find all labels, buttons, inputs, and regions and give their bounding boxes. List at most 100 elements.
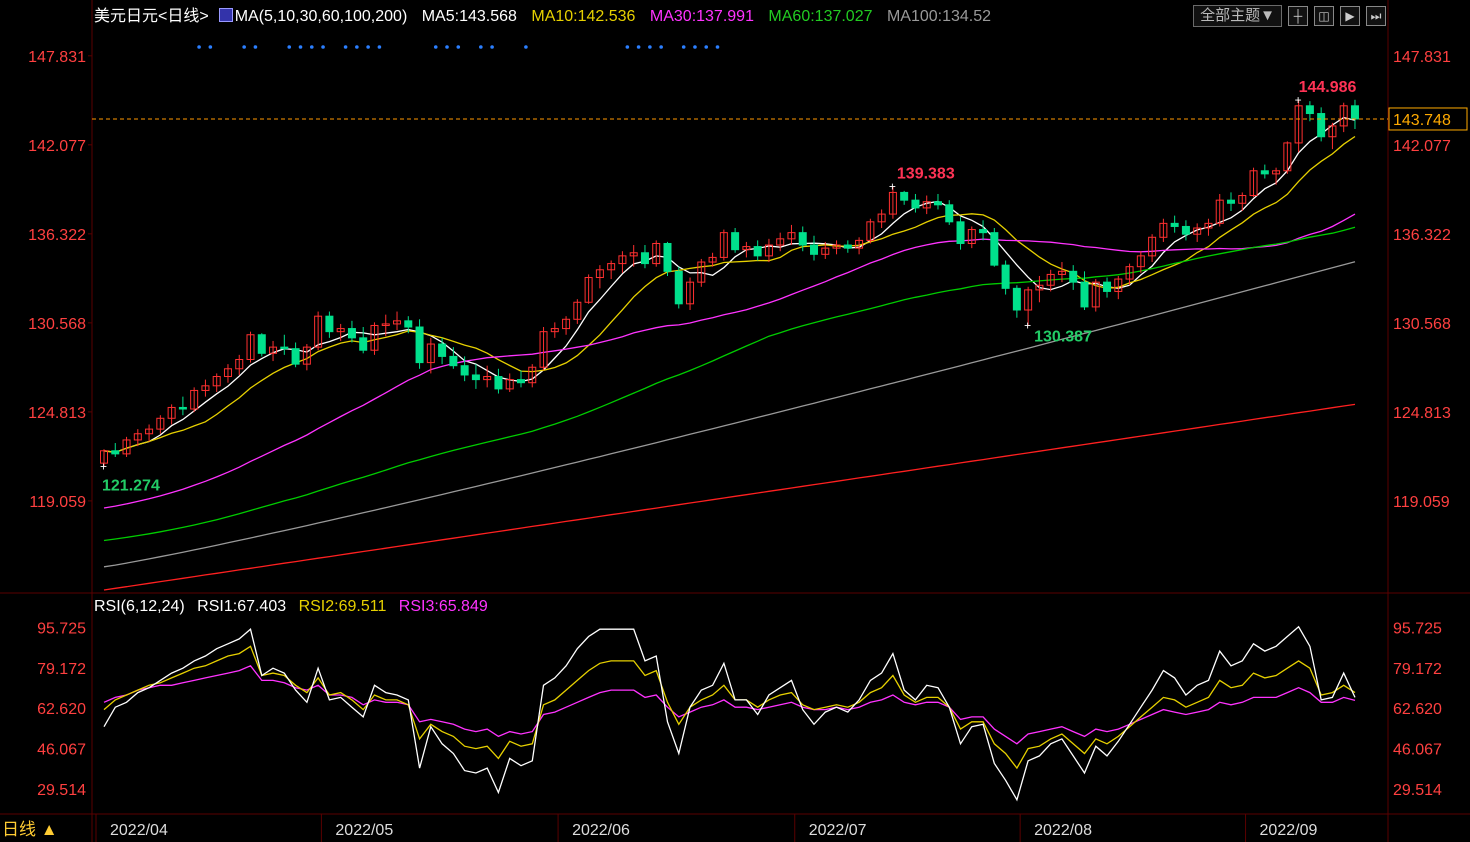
rsi1-line [103, 625, 1356, 802]
signal-dot [704, 45, 709, 49]
candle-down [1350, 105, 1359, 120]
price-tick-label-left: 142.077 [28, 138, 86, 155]
time-tick-label: 2022/07 [809, 822, 867, 839]
candle-down [753, 246, 762, 257]
ma5-line [103, 116, 1356, 453]
rsi-tick-label-right: 29.514 [1393, 782, 1442, 799]
rsi3-line [103, 665, 1356, 745]
time-tick-label: 2022/08 [1034, 822, 1092, 839]
rsi-tick-label-left: 46.067 [37, 741, 86, 758]
signal-dot [355, 45, 359, 49]
marker-plus: + [1295, 93, 1302, 107]
marker-plus: + [1024, 319, 1031, 333]
candle-down [674, 270, 683, 305]
candle-down [1305, 105, 1314, 115]
candle-down [990, 232, 999, 266]
candle-down [1181, 225, 1190, 235]
axes: 147.831 147.831 142.077 142.077 136.322 136.3… [28, 49, 1451, 839]
signal-dot [197, 45, 201, 49]
rsi2-value: RSI2:69.511 [298, 598, 387, 615]
rsi-tick-label-right: 62.620 [1393, 701, 1442, 718]
candle-down [404, 320, 413, 328]
signal-dot [298, 45, 303, 49]
signal-dot [456, 45, 461, 49]
toolbar: 全部主题▼ ┼ ◫ ▶ ⏭ [1193, 5, 1386, 27]
ma100-value: MA100:134.52 [886, 8, 992, 25]
candle-down [1170, 222, 1179, 227]
ma-indicator-icon[interactable] [218, 8, 233, 22]
chart-canvas: 147.831 147.831 142.077 142.077 136.322 136.3… [0, 0, 1470, 842]
period-selector[interactable]: 日线 ▲ [2, 820, 58, 840]
candle-down [911, 199, 920, 209]
rsi3-value: RSI3:65.849 [398, 598, 488, 615]
price-tick-label-right: 130.568 [1393, 316, 1451, 333]
signal-dot [648, 45, 652, 49]
price-tick-label-right: 119.059 [1393, 494, 1450, 511]
rsi-tick-label-right: 79.172 [1393, 661, 1442, 678]
candle-down [280, 346, 289, 350]
grid-icon[interactable]: ┼ [1288, 6, 1308, 26]
candle-down [810, 244, 819, 255]
candle-down [663, 242, 672, 272]
candle-down [415, 326, 424, 364]
candle-down [494, 376, 503, 390]
time-tick-label: 2022/06 [572, 822, 630, 839]
low-annotation: 130.387 [1034, 329, 1092, 346]
candle-down [438, 343, 447, 357]
start-low-annotation: 121.274 [102, 478, 160, 495]
rsi-tick-label-left: 95.725 [37, 620, 86, 637]
candle-down [1227, 199, 1235, 204]
rsi-tick-label-right: 95.725 [1393, 620, 1442, 637]
candle-down [933, 201, 942, 206]
signal-dot [253, 45, 258, 49]
price-tick-label-left: 147.831 [28, 49, 86, 66]
signal-dot [490, 45, 494, 49]
candle-down [956, 221, 965, 244]
layout-icon[interactable]: ◫ [1314, 6, 1334, 26]
candle-down [979, 229, 988, 234]
ma-spec: MA(5,10,30,60,100,200) [234, 8, 408, 25]
candle-down [1001, 264, 1010, 289]
signal-dot [343, 45, 348, 49]
signal-dot [309, 45, 314, 49]
candle-down [798, 232, 807, 246]
signal-dot [625, 45, 630, 49]
rsi-tick-label-left: 62.620 [37, 701, 86, 718]
rsi-lines [103, 625, 1356, 802]
price-tick-label-right: 142.077 [1393, 138, 1451, 155]
signal-dot [287, 45, 292, 49]
candle-down [1080, 281, 1089, 308]
symbol-title: 美元日元<日线> [94, 8, 209, 25]
candle-down [843, 244, 852, 249]
candle-down [731, 232, 740, 251]
candle-down [359, 337, 368, 351]
ma5-value: MA5:143.568 [421, 8, 517, 25]
play-icon[interactable]: ▶ [1340, 6, 1360, 26]
signal-dot [715, 45, 720, 49]
candle-down [1103, 281, 1112, 292]
candle-down [111, 450, 120, 455]
rsi-tick-label-left: 79.172 [37, 661, 86, 678]
candle-down [1012, 287, 1021, 311]
theme-select-button[interactable]: 全部主题▼ [1193, 5, 1282, 27]
price-tick-label-left: 130.568 [28, 316, 86, 333]
candle-down [178, 406, 187, 410]
candlesticks [100, 99, 1359, 467]
signal-dot [321, 45, 325, 49]
candle-down [449, 355, 458, 367]
candle-down [1317, 113, 1326, 138]
mid-high-annotation: 139.383 [897, 166, 955, 183]
next-icon[interactable]: ⏭ [1366, 6, 1386, 26]
signal-dot [659, 45, 663, 49]
signal-dot [242, 45, 246, 49]
candle-down [471, 374, 480, 381]
signal-dot [433, 45, 438, 49]
ma60-value: MA60:137.027 [768, 8, 873, 25]
signal-dot [693, 45, 697, 49]
ma100-line [103, 261, 1356, 568]
rsi-tick-label-right: 46.067 [1393, 741, 1442, 758]
candle-down [1069, 270, 1078, 283]
candle-down [291, 348, 300, 365]
time-tick-label: 2022/04 [110, 822, 168, 839]
high-annotation: 144.986 [1299, 79, 1357, 96]
